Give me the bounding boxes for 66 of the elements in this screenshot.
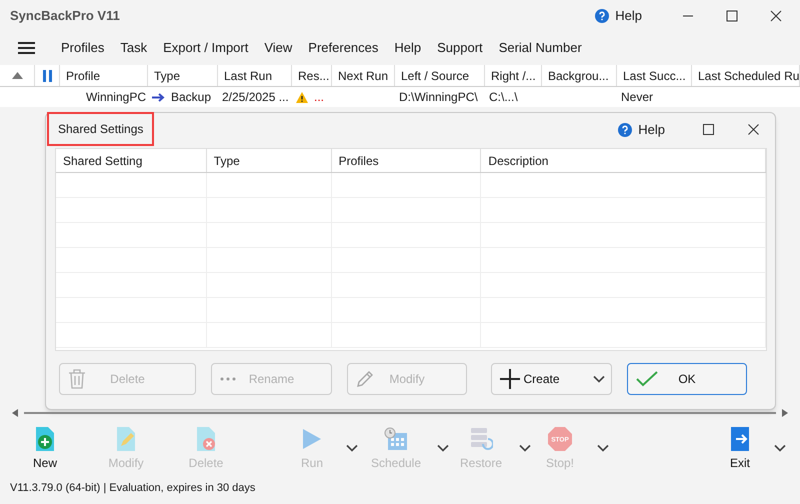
plus-icon (500, 369, 520, 389)
table-cell-text: Backup (171, 89, 212, 106)
column-header[interactable]: Last Run (218, 65, 292, 86)
close-icon[interactable] (748, 124, 759, 135)
column-header[interactable]: Type (206, 149, 332, 172)
exit-door-icon (730, 426, 750, 452)
scroll-right-icon[interactable] (782, 409, 788, 417)
menu-item[interactable]: Help (394, 38, 422, 58)
column-header[interactable]: Profile (60, 65, 148, 86)
ok-button[interactable]: OK (627, 363, 747, 395)
trash-icon (68, 369, 86, 389)
column-header[interactable]: Backgrou... (542, 65, 617, 86)
scrollbar-thumb[interactable] (24, 412, 776, 414)
calendar-clock-icon (384, 427, 408, 451)
column-header[interactable]: Profiles (332, 149, 482, 172)
column-header[interactable]: Right /... (485, 65, 542, 86)
pencil-icon (356, 370, 374, 388)
close-icon[interactable] (770, 10, 782, 22)
column-header[interactable]: Last Scheduled Ru (692, 65, 800, 86)
checkmark-icon (636, 371, 658, 387)
menu-item[interactable]: Preferences (308, 38, 378, 58)
help-icon (618, 122, 632, 136)
create-button[interactable]: Create (491, 363, 612, 395)
table-cell-text: ... (314, 89, 324, 106)
document-plus-icon (34, 426, 56, 452)
document-delete-icon (195, 426, 217, 452)
column-header[interactable]: Next Run (332, 65, 395, 86)
menu-item[interactable]: Support (437, 38, 483, 58)
menu-item[interactable]: Profiles (61, 38, 104, 58)
play-icon (303, 429, 321, 449)
table-cell-text: 2/25/2025 ... (222, 89, 289, 106)
maximize-icon[interactable] (703, 124, 714, 135)
help-button[interactable]: Help (595, 6, 642, 26)
chevron-icon (593, 375, 605, 383)
arrow-icon (152, 92, 166, 102)
column-header[interactable]: Type (148, 65, 218, 86)
menu-item[interactable]: Serial Number (498, 38, 582, 58)
dialog-title: Shared Settings (47, 112, 154, 146)
sort-arrow-icon[interactable] (12, 72, 22, 79)
chevron-icon[interactable] (774, 444, 786, 452)
table-cell-text: WinningPC (86, 89, 146, 106)
menu-icon[interactable] (18, 41, 35, 55)
maximize-icon[interactable] (726, 10, 738, 22)
scroll-left-icon[interactable] (12, 409, 18, 417)
column-header[interactable]: Description (481, 149, 766, 172)
table-cell-text: C:\...\ (489, 89, 518, 106)
column-header[interactable]: Res... (292, 65, 332, 86)
document-pencil-icon (115, 426, 137, 452)
menu-item[interactable]: Export / Import (163, 38, 248, 58)
warning-icon (296, 92, 308, 102)
column-header[interactable]: Left / Source (395, 65, 485, 86)
menu-item[interactable]: Task (120, 38, 148, 58)
column-header[interactable]: Last Succ... (617, 65, 692, 86)
dots-icon (220, 377, 236, 381)
status-bar-text: V11.3.79.0 (64-bit) | Evaluation, expires in 30 days (10, 481, 256, 496)
help-button[interactable]: Help (618, 120, 665, 140)
menu-item[interactable]: View (264, 38, 292, 58)
column-header[interactable]: Shared Setting (56, 149, 207, 172)
table-cell-text: Never (621, 89, 654, 106)
window-title: SyncBackPro V11 (10, 7, 120, 26)
toolbar-button[interactable]: Exit (715, 426, 765, 472)
pause-icon[interactable] (42, 70, 52, 82)
server-restore-icon (469, 427, 493, 451)
help-icon (595, 9, 610, 23)
toolbar-button[interactable]: New (22, 426, 68, 472)
table-cell-text: D:\WinningPC\ (399, 89, 478, 106)
